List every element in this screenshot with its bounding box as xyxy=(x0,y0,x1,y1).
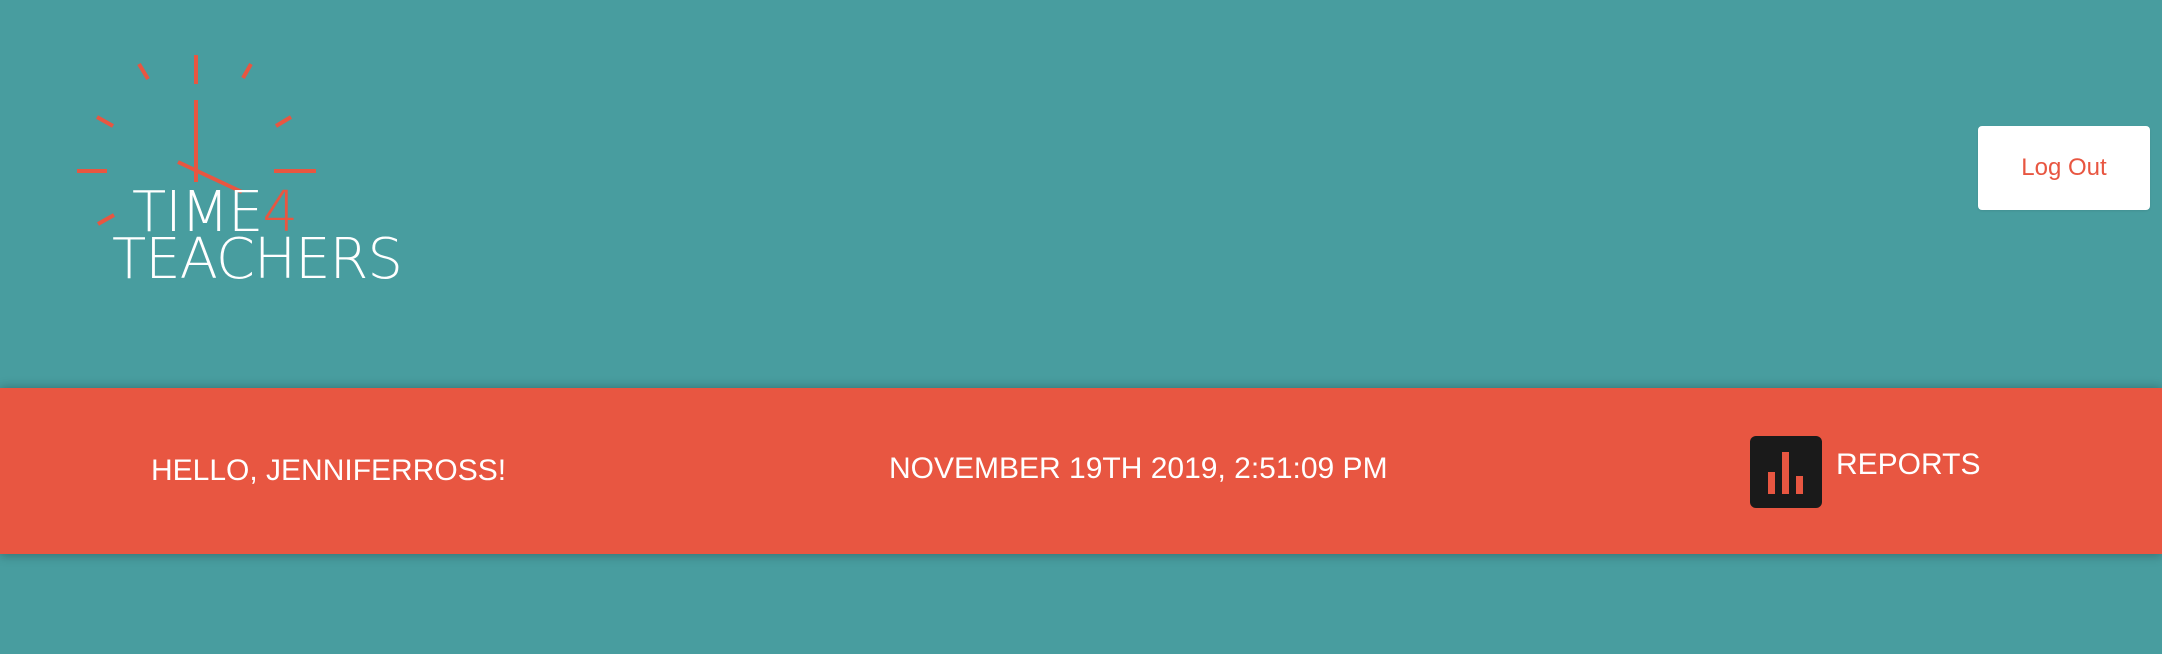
header: TIME4 TEACHERS Log Out xyxy=(0,0,2162,388)
reports-link[interactable]: REPORTS xyxy=(1750,436,1980,508)
nav-bar: HELLO, JENNIFERROSS! NOVEMBER 19TH 2019,… xyxy=(0,388,2162,554)
logo: TIME4 TEACHERS xyxy=(70,50,420,290)
bar-chart-icon[interactable] xyxy=(1750,436,1822,508)
current-datetime: NOVEMBER 19TH 2019, 2:51:09 PM xyxy=(889,452,1388,485)
reports-label[interactable]: REPORTS xyxy=(1836,448,1980,482)
logo-text-teachers: TEACHERS xyxy=(112,227,403,292)
logout-button[interactable]: Log Out xyxy=(1978,126,2150,210)
page: TIME4 TEACHERS Log Out HELLO, JENNIFERRO… xyxy=(0,0,2162,654)
greeting-text: HELLO, JENNIFERROSS! xyxy=(151,454,507,487)
